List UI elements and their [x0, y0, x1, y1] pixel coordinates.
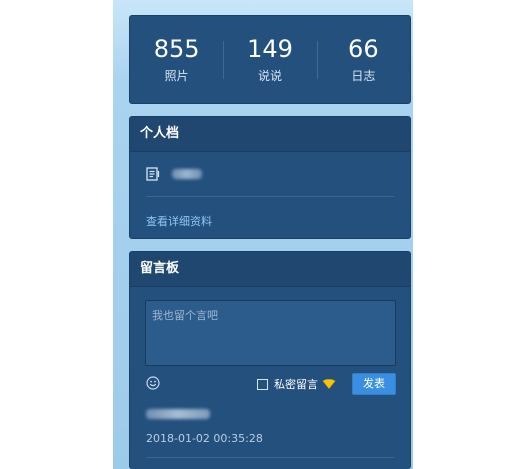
stat-label: 照片: [164, 68, 189, 83]
stat-label: 日志: [351, 68, 376, 83]
message-input[interactable]: [145, 300, 396, 366]
stat-value: 149: [247, 34, 293, 63]
emoji-icon[interactable]: [146, 376, 160, 390]
profile-title: 个人档: [130, 117, 410, 152]
stats-card: 855 照片 149 说说 66 日志: [129, 15, 411, 104]
send-button[interactable]: 发表: [352, 373, 396, 395]
stat-blogs[interactable]: 66 日志: [316, 34, 410, 85]
private-checkbox[interactable]: [257, 378, 268, 390]
guestbook-title: 留言板: [130, 252, 410, 287]
message-author-redacted: [146, 409, 210, 419]
divider: [146, 457, 394, 458]
view-profile-link[interactable]: 查看详细资料: [130, 213, 410, 229]
stat-photos[interactable]: 855 照片: [130, 35, 223, 85]
divider: [146, 196, 394, 197]
stat-posts[interactable]: 149 说说: [223, 35, 316, 85]
stat-value: 66: [348, 34, 379, 63]
private-label: 私密留言: [274, 378, 318, 391]
stat-label: 说说: [257, 68, 282, 83]
private-option: 私密留言: [257, 377, 336, 391]
stat-value: 855: [153, 34, 200, 63]
guestbook-card: 留言板 私密留言 发表 2018-01-02 00:35:28: [129, 251, 411, 469]
profile-card: 个人档 查看详细资料: [129, 116, 411, 239]
profile-row: [130, 152, 410, 196]
list-item: 2018-01-02 00:35:28: [146, 409, 396, 445]
vip-diamond-icon: [322, 379, 336, 389]
id-card-icon: [146, 167, 160, 181]
message-time: 2018-01-02 00:35:28: [146, 432, 263, 445]
profile-name-redacted: [172, 169, 202, 179]
